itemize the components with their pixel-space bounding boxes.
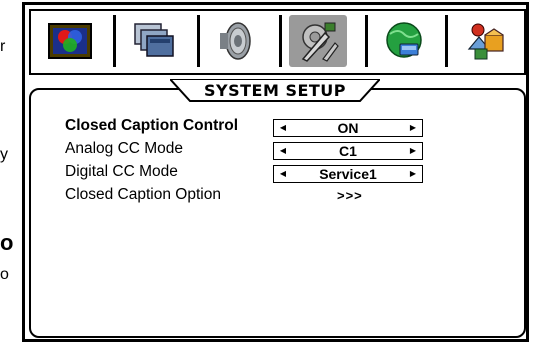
tab-network[interactable] [375, 15, 433, 67]
menu-item-label: Analog CC Mode [65, 140, 184, 157]
menu-row-analog-cc-mode[interactable]: Analog CC Mode ◀ C1 ▶ [65, 140, 515, 162]
menu-icon-bar [29, 9, 526, 75]
osd-panel: Closed Caption Control ◀ ON ▶ Analog CC … [25, 5, 526, 339]
menu-item-label: Digital CC Mode [65, 163, 178, 180]
menu-row-closed-caption-option[interactable]: Closed Caption Option >>> [65, 186, 515, 208]
tab-separator [365, 15, 368, 67]
edge-text-y: y [0, 146, 8, 163]
system-icon [467, 23, 504, 60]
tab-screen[interactable] [125, 15, 183, 67]
arrow-right-icon[interactable]: ▶ [406, 143, 420, 159]
tab-setup[interactable] [289, 15, 347, 67]
setup-tools-icon [301, 22, 339, 62]
tab-separator [197, 15, 200, 67]
arrow-left-icon[interactable]: ◀ [276, 143, 290, 159]
selector-value: C1 [339, 143, 357, 159]
tab-audio[interactable] [207, 15, 265, 67]
arrow-right-icon[interactable]: ▶ [406, 166, 420, 182]
arrow-left-icon[interactable]: ◀ [276, 166, 290, 182]
tab-separator [279, 15, 282, 67]
edge-text-o: o [0, 230, 14, 255]
page-title: SYSTEM SETUP [203, 81, 347, 100]
menu-row-closed-caption-control[interactable]: Closed Caption Control ◀ ON ▶ [65, 117, 515, 139]
submenu-indicator[interactable]: >>> [337, 188, 363, 203]
tab-separator [113, 15, 116, 67]
selector-value: ON [337, 120, 359, 136]
globe-icon [386, 22, 422, 58]
speaker-icon [220, 22, 251, 60]
value-selector[interactable]: ◀ ON ▶ [273, 119, 423, 137]
section-title-banner: SYSTEM SETUP [170, 79, 380, 103]
edge-text-o-small: o [0, 266, 9, 283]
edge-text-r: r [0, 38, 6, 55]
tab-system[interactable] [457, 15, 515, 67]
menu-item-label: Closed Caption Option [65, 186, 221, 203]
tab-separator [445, 15, 448, 67]
menu-row-digital-cc-mode[interactable]: Digital CC Mode ◀ Service1 ▶ [65, 163, 515, 185]
settings-panel: Closed Caption Control ◀ ON ▶ Analog CC … [29, 88, 526, 338]
screen-icon [134, 23, 174, 57]
menu-item-label: Closed Caption Control [65, 117, 239, 134]
arrow-left-icon[interactable]: ◀ [276, 120, 290, 136]
value-selector[interactable]: ◀ Service1 ▶ [273, 165, 423, 183]
picture-icon [48, 23, 92, 59]
osd-frame: Closed Caption Control ◀ ON ▶ Analog CC … [22, 2, 529, 342]
selector-value: Service1 [319, 166, 377, 182]
value-selector[interactable]: ◀ C1 ▶ [273, 142, 423, 160]
arrow-right-icon[interactable]: ▶ [406, 120, 420, 136]
tab-picture[interactable] [41, 15, 99, 67]
